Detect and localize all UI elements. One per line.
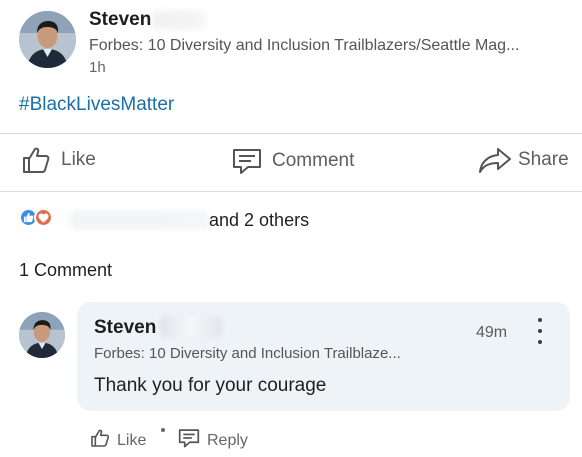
redacted-surname — [160, 316, 222, 338]
reply-button[interactable]: Reply — [178, 428, 248, 453]
divider — [0, 133, 582, 134]
comment-label: Comment — [272, 150, 355, 171]
separator-dot — [161, 428, 165, 432]
comment-button[interactable]: Comment — [232, 147, 354, 175]
author-avatar[interactable] — [19, 11, 76, 68]
reply-label: Reply — [207, 431, 248, 449]
share-button[interactable]: Share — [478, 145, 569, 175]
post-author-headline: Forbes: 10 Diversity and Inclusion Trail… — [89, 37, 520, 54]
redacted-surname — [152, 10, 206, 30]
like-label: Like — [61, 149, 96, 170]
comment-author-name[interactable]: Steven — [94, 317, 156, 339]
hashtag-link[interactable]: #BlackLivesMatter — [19, 94, 174, 116]
like-button[interactable]: Like — [21, 145, 96, 175]
redacted-reactor-name — [70, 210, 210, 230]
reply-comment-icon — [178, 428, 200, 453]
reaction-icons[interactable] — [19, 208, 53, 227]
more-options-icon[interactable] — [533, 318, 547, 344]
reactions-count[interactable]: and 2 others — [209, 210, 309, 231]
thumbs-up-icon — [90, 428, 110, 453]
commenter-avatar[interactable] — [19, 312, 65, 358]
share-arrow-icon — [478, 145, 512, 175]
comments-count[interactable]: 1 Comment — [19, 260, 112, 281]
comment-like-button[interactable]: Like — [90, 428, 146, 453]
love-reaction-icon — [34, 208, 53, 227]
post-timestamp: 1h — [89, 59, 106, 76]
thumbs-up-icon — [21, 145, 51, 175]
share-label: Share — [518, 149, 569, 170]
comment-like-label: Like — [117, 431, 147, 449]
comment-author-headline: Forbes: 10 Diversity and Inclusion Trail… — [94, 345, 401, 362]
post-author-name[interactable]: Steven — [89, 9, 151, 31]
comment-text: Thank you for your courage — [94, 375, 327, 396]
comment-icon — [232, 147, 262, 175]
divider — [0, 191, 582, 192]
comment-timestamp: 49m — [476, 324, 508, 341]
